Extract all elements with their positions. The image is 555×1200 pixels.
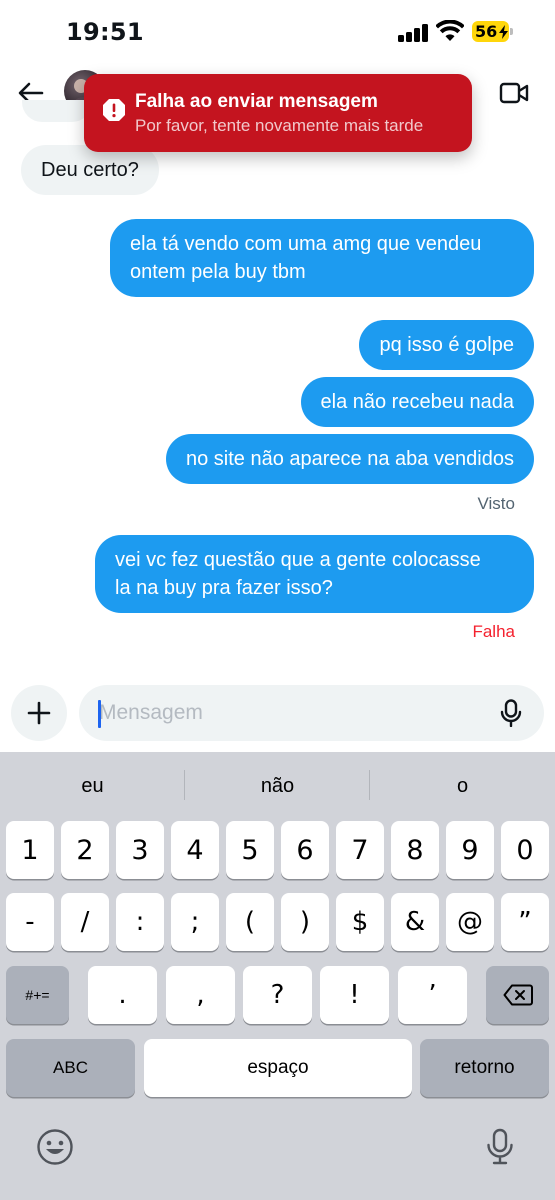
key-ampersand[interactable]: & bbox=[391, 893, 439, 951]
plus-icon bbox=[27, 701, 51, 725]
key-1[interactable]: 1 bbox=[6, 821, 54, 879]
message-text: la na buy pra fazer isso? bbox=[115, 577, 333, 599]
key-exclamation[interactable]: ! bbox=[320, 966, 389, 1024]
add-attachment-button[interactable] bbox=[11, 685, 67, 741]
video-call-button[interactable] bbox=[497, 76, 531, 110]
message-bubble-incoming[interactable]: Deu certo? bbox=[21, 145, 159, 195]
suggestion-2[interactable]: não bbox=[185, 766, 370, 806]
previous-message-bubble bbox=[22, 100, 92, 122]
suggestion-3[interactable]: o bbox=[370, 766, 555, 806]
key-7[interactable]: 7 bbox=[336, 821, 384, 879]
key-at[interactable]: @ bbox=[446, 893, 494, 951]
toast-title: Falha ao enviar mensagem bbox=[135, 91, 378, 112]
video-camera-icon bbox=[499, 82, 529, 104]
message-bubble-outgoing-failed[interactable]: vei vc fez questão que a gente colocasse… bbox=[95, 535, 534, 613]
key-6[interactable]: 6 bbox=[281, 821, 329, 879]
key-period[interactable]: . bbox=[88, 966, 157, 1024]
key-colon[interactable]: : bbox=[116, 893, 164, 951]
battery-level: 56 bbox=[475, 22, 498, 41]
message-bubble-outgoing[interactable]: no site não aparece na aba vendidos bbox=[165, 434, 534, 484]
text-cursor bbox=[98, 700, 101, 728]
key-9[interactable]: 9 bbox=[446, 821, 494, 879]
key-comma[interactable]: , bbox=[166, 966, 235, 1024]
chat-screen: 19:51 56 Deu certo? ela tá vendo com uma… bbox=[0, 0, 555, 1200]
key-hyphen[interactable]: - bbox=[6, 893, 54, 951]
failed-status[interactable]: Falha bbox=[472, 622, 515, 642]
wifi-icon bbox=[436, 20, 464, 41]
status-time: 19:51 bbox=[66, 18, 144, 46]
microphone-icon bbox=[500, 699, 522, 727]
key-3[interactable]: 3 bbox=[116, 821, 164, 879]
backspace-icon bbox=[503, 984, 533, 1006]
status-bar: 19:51 56 bbox=[0, 0, 555, 64]
suggestion-1[interactable]: eu bbox=[0, 766, 185, 806]
toast-subtitle: Por favor, tente novamente mais tarde bbox=[135, 116, 424, 135]
message-text: vei vc fez questão que a gente colocasse bbox=[115, 549, 481, 571]
key-question[interactable]: ? bbox=[243, 966, 312, 1024]
key-semicolon[interactable]: ; bbox=[171, 893, 219, 951]
message-text: Deu certo? bbox=[41, 159, 139, 181]
space-key[interactable]: espaço bbox=[144, 1039, 412, 1097]
message-bubble-outgoing[interactable]: ela não recebeu nada bbox=[300, 377, 534, 427]
key-4[interactable]: 4 bbox=[171, 821, 219, 879]
message-text: ontem pela buy tbm bbox=[130, 261, 306, 283]
charging-bolt-icon bbox=[499, 25, 508, 39]
signal-icon bbox=[398, 24, 428, 42]
key-2[interactable]: 2 bbox=[61, 821, 109, 879]
message-input[interactable] bbox=[79, 685, 544, 741]
abc-key[interactable]: ABC bbox=[6, 1039, 135, 1097]
key-0[interactable]: 0 bbox=[501, 821, 549, 879]
error-toast[interactable]: Falha ao enviar mensagem Por favor, tent… bbox=[84, 74, 472, 152]
message-bubble-outgoing[interactable]: pq isso é golpe bbox=[359, 320, 534, 370]
key-quote[interactable]: ” bbox=[501, 893, 549, 951]
key-more-symbols[interactable]: #+= bbox=[6, 966, 69, 1024]
key-dollar[interactable]: $ bbox=[336, 893, 384, 951]
backspace-key[interactable] bbox=[486, 966, 549, 1024]
key-apostrophe[interactable]: ’ bbox=[398, 966, 467, 1024]
return-key[interactable]: retorno bbox=[420, 1039, 549, 1097]
dictation-microphone-icon[interactable] bbox=[486, 1128, 514, 1166]
message-text: ela tá vendo com uma amg que vendeu bbox=[130, 233, 482, 255]
voice-message-button[interactable] bbox=[496, 698, 526, 728]
emoji-icon[interactable] bbox=[36, 1128, 74, 1166]
key-open-paren[interactable]: ( bbox=[226, 893, 274, 951]
battery-indicator: 56 bbox=[472, 21, 514, 43]
key-8[interactable]: 8 bbox=[391, 821, 439, 879]
seen-status: Visto bbox=[477, 494, 516, 513]
alert-icon bbox=[103, 99, 125, 121]
message-bubble-outgoing[interactable]: ela tá vendo com uma amg que vendeu onte… bbox=[110, 219, 534, 297]
key-5[interactable]: 5 bbox=[226, 821, 274, 879]
message-text: pq isso é golpe bbox=[379, 334, 514, 356]
message-text: ela não recebeu nada bbox=[320, 391, 515, 413]
key-slash[interactable]: / bbox=[61, 893, 109, 951]
message-text: no site não aparece na aba vendidos bbox=[185, 448, 514, 470]
key-close-paren[interactable]: ) bbox=[281, 893, 329, 951]
